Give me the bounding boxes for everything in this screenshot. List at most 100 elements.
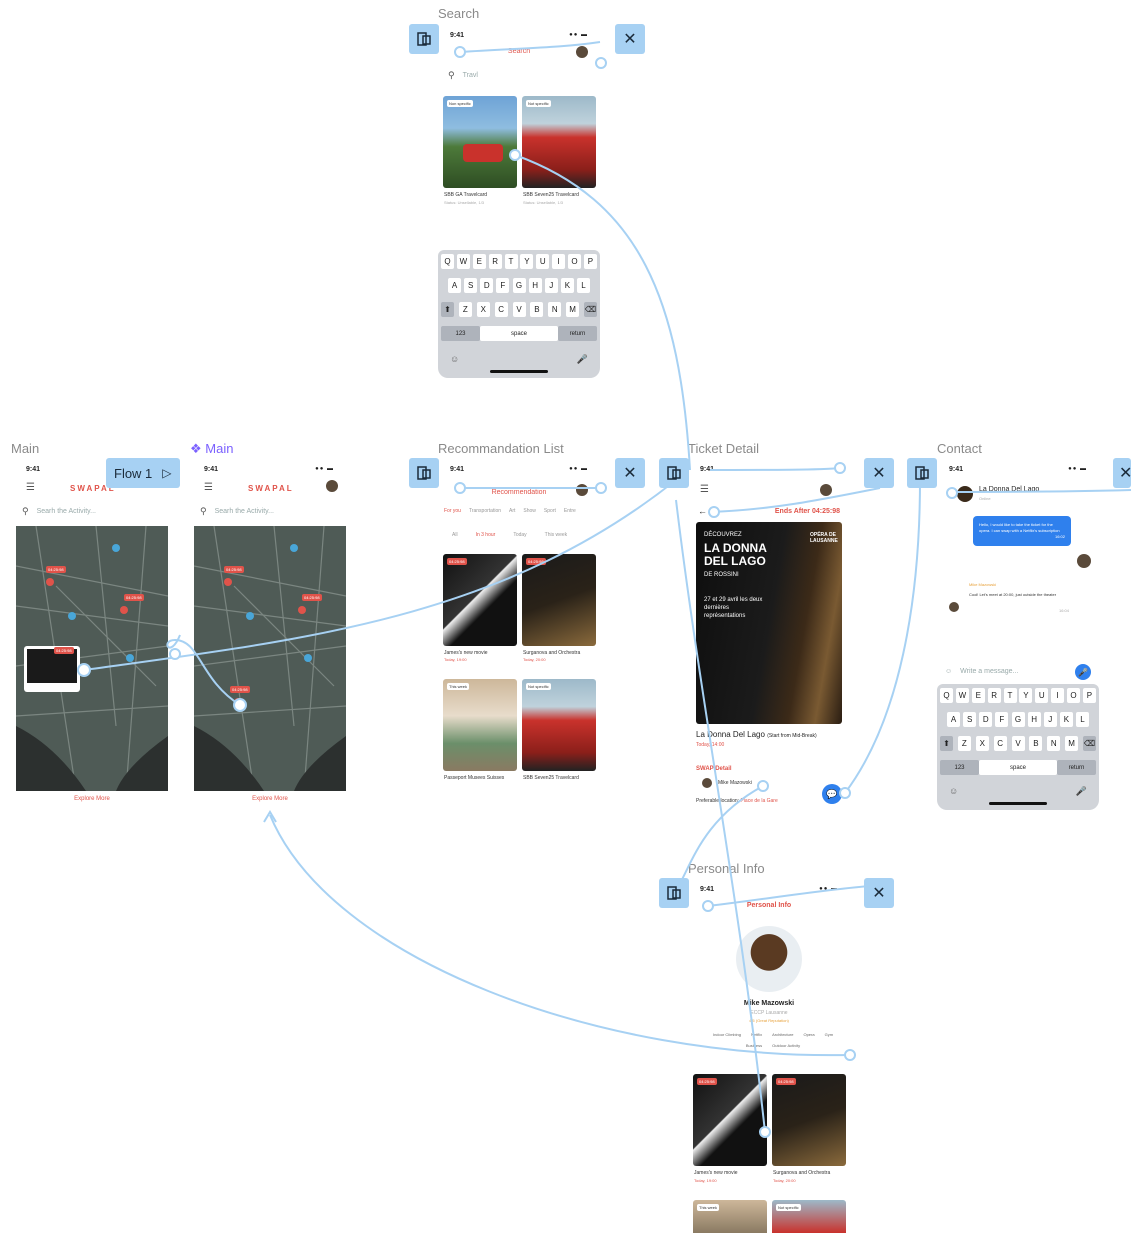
key[interactable]: J (1043, 712, 1057, 727)
key[interactable]: A (448, 278, 461, 293)
key[interactable]: K (1059, 712, 1073, 727)
key[interactable]: I (552, 254, 566, 269)
event-card-museum[interactable]: This week (693, 1200, 767, 1233)
event-poster[interactable]: DÉCOUVREZ LA DONNA DEL LAGO DE ROSSINI 2… (696, 522, 842, 724)
key[interactable]: E (971, 688, 985, 703)
card-image-seven25[interactable]: Not specific (522, 96, 596, 188)
event-card-train[interactable]: Not specific (772, 1200, 846, 1233)
close-button[interactable]: ✕ (864, 878, 894, 908)
menu-icon[interactable]: ☰ (700, 484, 709, 495)
map[interactable]: 04:25:98 04:25:98 04:25:98 (16, 526, 168, 791)
key[interactable]: V (1011, 736, 1025, 751)
key[interactable]: B (530, 302, 544, 317)
shift-key[interactable]: ⬆ (441, 302, 454, 317)
avatar[interactable] (576, 46, 588, 58)
map-pin[interactable] (298, 606, 306, 614)
key[interactable]: Y (520, 254, 534, 269)
interest-tag[interactable]: Outdoor Activity (772, 1043, 800, 1048)
chat-fab-button[interactable]: 💬 (822, 784, 842, 804)
key[interactable]: R (987, 688, 1001, 703)
map[interactable]: 04:25:98 04:25:98 04:25:98 (194, 526, 346, 791)
tab-transportation[interactable]: Transportation (469, 508, 501, 514)
map-pin[interactable] (120, 606, 128, 614)
key[interactable]: Z (957, 736, 971, 751)
key[interactable]: N (1047, 736, 1061, 751)
tab-art[interactable]: Art (509, 508, 515, 514)
key[interactable]: T (1003, 688, 1017, 703)
search-input[interactable]: ⚲ Travl (448, 70, 478, 81)
key[interactable]: U (536, 254, 550, 269)
key[interactable]: M (566, 302, 580, 317)
key[interactable]: F (995, 712, 1009, 727)
emoji-icon[interactable]: ☺ (949, 786, 958, 796)
device-frame-button[interactable] (659, 458, 689, 488)
map-pin[interactable] (290, 544, 298, 552)
backspace-key[interactable]: ⌫ (584, 302, 597, 317)
filter-3-hour[interactable]: In 3 hour (476, 532, 496, 538)
map-pin[interactable] (304, 654, 312, 662)
tab-sport[interactable]: Sport (544, 508, 556, 514)
close-button[interactable]: ✕ (615, 458, 645, 488)
key[interactable]: I (1051, 688, 1065, 703)
close-button[interactable]: ✕ (864, 458, 894, 488)
key[interactable]: H (1027, 712, 1041, 727)
tab-entre[interactable]: Entre (564, 508, 576, 514)
key[interactable]: E (472, 254, 486, 269)
space-key[interactable]: space (979, 760, 1057, 775)
flow-start-button[interactable]: Flow 1 ▷ (106, 458, 180, 488)
key[interactable]: T (504, 254, 518, 269)
search-input[interactable]: ⚲ Searh the Activity... (22, 506, 96, 517)
interest-tag[interactable]: Netflix (751, 1032, 762, 1037)
back-arrow-icon[interactable]: ← (698, 506, 707, 516)
key[interactable]: S (963, 712, 977, 727)
return-key[interactable]: return (1057, 760, 1096, 775)
key[interactable]: P (1082, 688, 1096, 703)
key[interactable]: B (1029, 736, 1043, 751)
key[interactable]: A (947, 712, 960, 727)
key[interactable]: J (544, 278, 558, 293)
key[interactable]: Q (940, 688, 953, 703)
close-button[interactable]: ✕ (1113, 458, 1131, 488)
filter-today[interactable]: Today (513, 532, 526, 538)
key[interactable]: W (955, 688, 969, 703)
key[interactable]: C (993, 736, 1007, 751)
menu-icon[interactable]: ☰ (204, 482, 213, 493)
interest-tag[interactable]: Gym (825, 1032, 833, 1037)
interest-tag[interactable]: Opera (803, 1032, 814, 1037)
key[interactable]: O (1067, 688, 1080, 703)
microphone-icon[interactable]: 🎤 (1076, 786, 1087, 797)
key[interactable]: D (979, 712, 993, 727)
numbers-key[interactable]: 123 (940, 760, 979, 775)
event-card-orchestra[interactable]: 04:25:98 (522, 554, 596, 646)
event-card-orchestra[interactable]: 04:25:98 (772, 1074, 846, 1166)
key[interactable]: G (1011, 712, 1025, 727)
key[interactable]: P (583, 254, 597, 269)
menu-icon[interactable]: ☰ (26, 482, 35, 493)
key[interactable]: Z (458, 302, 472, 317)
backspace-key[interactable]: ⌫ (1083, 736, 1096, 751)
contact-avatar[interactable] (957, 486, 973, 502)
key[interactable]: W (456, 254, 470, 269)
map-pin[interactable] (68, 612, 76, 620)
key[interactable]: V (512, 302, 526, 317)
key[interactable]: H (528, 278, 542, 293)
event-card-movie[interactable]: 04:25:98 (443, 554, 517, 646)
card-image-ga[interactable]: Non specific (443, 96, 517, 188)
device-frame-button[interactable] (409, 24, 439, 54)
key[interactable]: R (488, 254, 502, 269)
key[interactable]: X (975, 736, 989, 751)
device-frame-button[interactable] (907, 458, 937, 488)
interest-tag[interactable]: Architecture (772, 1032, 793, 1037)
filter-this-week[interactable]: This week (545, 532, 568, 538)
explore-more-link[interactable]: Explore More (16, 796, 168, 802)
key[interactable]: D (480, 278, 494, 293)
numbers-key[interactable]: 123 (441, 326, 480, 341)
key[interactable]: Y (1019, 688, 1033, 703)
key[interactable]: X (476, 302, 490, 317)
key[interactable]: O (568, 254, 581, 269)
map-event-card[interactable]: 04:25:98 (24, 646, 80, 692)
key[interactable]: K (560, 278, 574, 293)
event-card-movie[interactable]: 04:25:98 (693, 1074, 767, 1166)
key[interactable]: G (512, 278, 526, 293)
event-card-train[interactable]: Not specific (522, 679, 596, 771)
